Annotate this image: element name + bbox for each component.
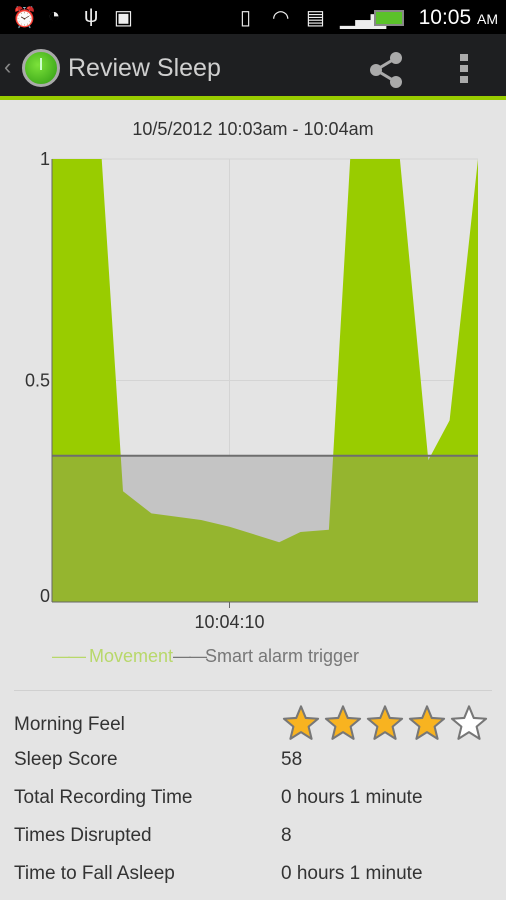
share-icon[interactable] (366, 50, 406, 90)
speedometer-icon: ◔ (48, 5, 61, 27)
status-bar: ⏰ ◔ ψ ▣ ▯ ◠ ▤ ▁▃▅ 10:05 AM (0, 0, 506, 34)
y-tick-label: 1 (40, 149, 50, 169)
alarm-icon: ⏰ (12, 7, 37, 29)
star-filled-icon[interactable] (408, 704, 446, 742)
times-disrupted-label: Times Disrupted (14, 825, 152, 846)
sleep-chart: 10:04:10 0 0.5 1 (25, 149, 478, 630)
legend-movement: —— Movement (52, 646, 174, 666)
y-tick-label: 0 (40, 586, 50, 606)
action-bar: ‹ Review Sleep (0, 34, 506, 100)
times-disrupted-value: 8 (281, 825, 292, 846)
clock: 10:05 AM (418, 6, 498, 29)
star-filled-icon[interactable] (282, 704, 320, 742)
sleep-score-label: Sleep Score (14, 749, 118, 770)
sd-card-icon: ▤ (306, 7, 325, 29)
legend-smart-alarm-trigger: ——Smart alarm trigger (173, 646, 360, 666)
back-chevron-icon[interactable]: ‹ (4, 54, 11, 80)
divider (14, 690, 492, 691)
page-title: Review Sleep (68, 54, 221, 82)
x-tick-label: 10:04:10 (194, 612, 264, 630)
star-filled-icon[interactable] (366, 704, 404, 742)
wifi-icon: ◠ (272, 7, 290, 29)
usb-icon: ψ (84, 5, 99, 27)
morning-feel-rating[interactable] (282, 704, 488, 742)
star-filled-icon[interactable] (324, 704, 362, 742)
morning-feel-label: Morning Feel (14, 714, 125, 735)
time-to-fall-asleep-label: Time to Fall Asleep (14, 863, 175, 884)
sleep-score-value: 58 (281, 749, 303, 770)
total-recording-time-label: Total Recording Time (14, 787, 193, 808)
time-to-fall-asleep-value: 0 hours 1 minute (281, 863, 423, 884)
chart-title: 10/5/2012 10:03am - 10:04am (132, 119, 374, 139)
vibrate-icon: ▯ (240, 7, 252, 29)
star-empty-icon[interactable] (450, 704, 488, 742)
app-logo-alarm-clock-icon[interactable] (22, 49, 60, 87)
battery-icon (374, 10, 404, 26)
android-debug-icon: ▣ (114, 7, 133, 29)
total-recording-time-value: 0 hours 1 minute (281, 787, 423, 808)
y-tick-label: 0.5 (25, 371, 50, 391)
overflow-menu-icon[interactable] (460, 54, 470, 87)
